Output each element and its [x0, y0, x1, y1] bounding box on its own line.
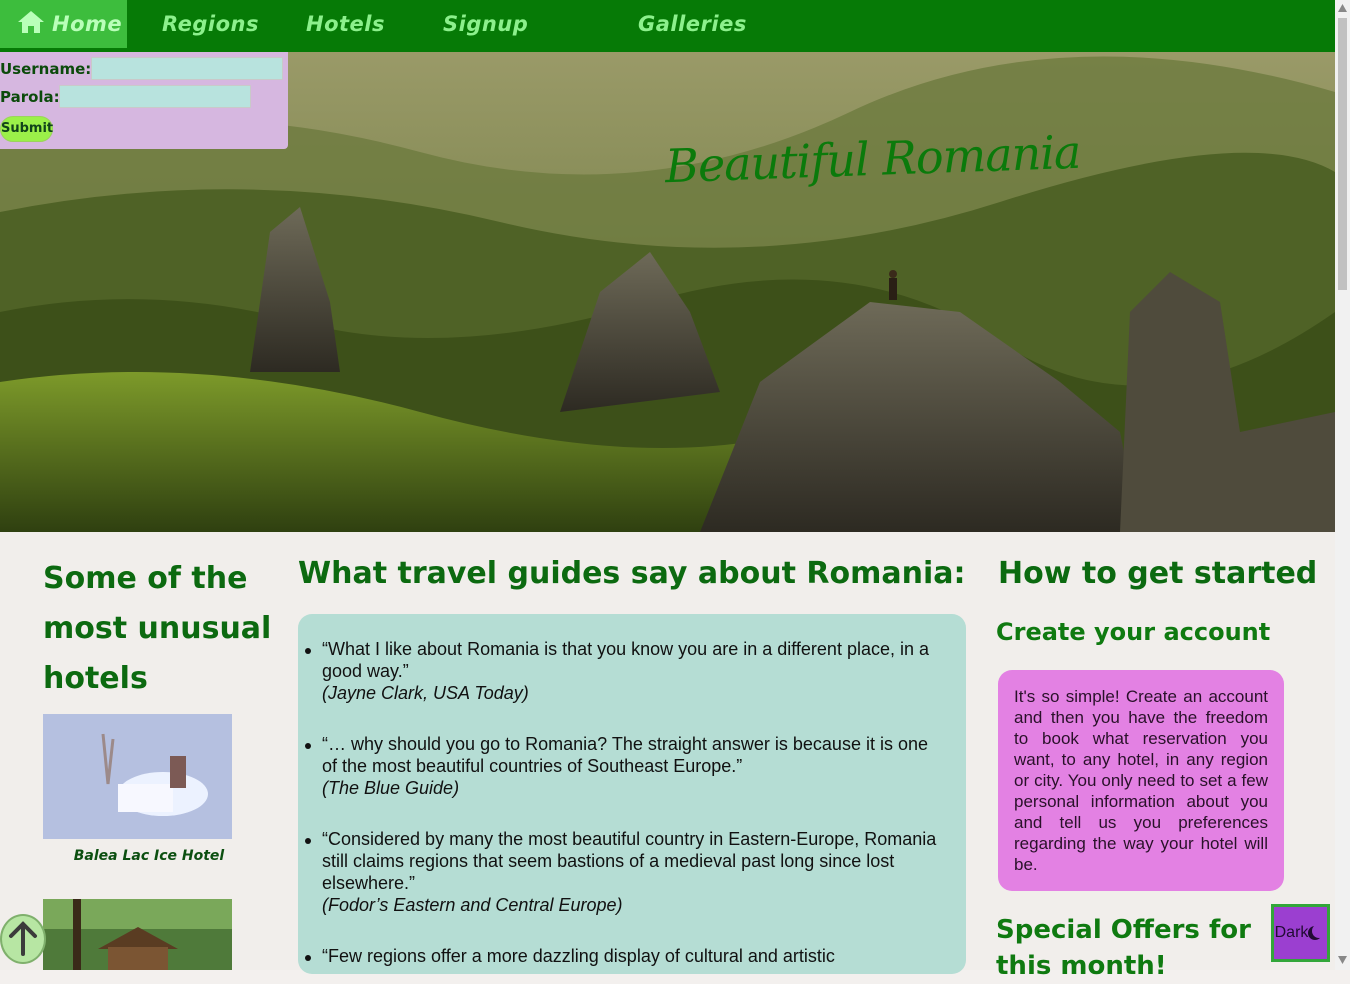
hotels-section-title: Some of the most unusual hotels: [43, 561, 272, 696]
scrollbar-thumb[interactable]: [1338, 18, 1347, 290]
tree-house-hotel-image[interactable]: [43, 899, 232, 970]
arrow-up-icon: [9, 921, 37, 956]
create-account-subtitle: Create your account: [996, 618, 1271, 646]
quote-text: “… why should you go to Romania? The str…: [322, 734, 928, 776]
password-input[interactable]: [59, 85, 251, 108]
quote-text: “What I like about Romania is that you k…: [322, 639, 929, 681]
quote-source: (Fodor’s Eastern and Central Europe): [322, 895, 623, 915]
password-label: Parola:: [0, 88, 60, 106]
main-content: Some of the most unusual hotels Balea La…: [0, 532, 1335, 981]
nav-regions[interactable]: Regions: [162, 0, 259, 48]
moon-icon: [1312, 924, 1326, 938]
quote-source: (The Blue Guide): [322, 778, 460, 798]
list-item: “Considered by many the most beautiful c…: [305, 828, 938, 916]
list-item: “Few regions offer a more dazzling displ…: [305, 945, 938, 967]
quote-text: “Few regions offer a more dazzling displ…: [322, 946, 835, 966]
special-offers-title: Special Offers for this month!: [996, 915, 1251, 981]
nav-home-label: Home: [52, 12, 123, 36]
get-started-title: How to get started: [998, 556, 1318, 591]
nav-signup[interactable]: Signup: [443, 0, 528, 48]
back-to-top-button[interactable]: [0, 914, 46, 964]
dark-mode-label: Dark: [1274, 924, 1309, 941]
quote-text: “Considered by many the most beautiful c…: [322, 829, 937, 893]
username-input[interactable]: [91, 57, 283, 80]
nav-galleries[interactable]: Galleries: [638, 0, 747, 48]
submit-button[interactable]: Submit: [0, 116, 53, 142]
nav-home[interactable]: Home: [0, 0, 127, 48]
scroll-down-arrow-icon[interactable]: [1338, 956, 1347, 964]
get-started-box: It's so simple! Create an account and th…: [998, 670, 1284, 891]
login-panel: Username: Parola: Submit: [0, 52, 288, 149]
scroll-up-arrow-icon[interactable]: [1338, 4, 1347, 12]
list-item: “… why should you go to Romania? The str…: [305, 733, 938, 799]
quotes-box: “What I like about Romania is that you k…: [298, 614, 966, 974]
ice-hotel-image[interactable]: [43, 714, 232, 839]
nav-hotels[interactable]: Hotels: [306, 0, 385, 48]
username-label: Username:: [0, 60, 92, 78]
dark-mode-button[interactable]: Dark: [1271, 904, 1330, 962]
ice-hotel-caption: Balea Lac Ice Hotel: [73, 848, 225, 864]
page-scrollbar[interactable]: [1335, 0, 1350, 970]
list-item: “What I like about Romania is that you k…: [305, 638, 938, 704]
quote-source: (Jayne Clark, USA Today): [322, 683, 529, 703]
travel-guides-title: What travel guides say about Romania:: [298, 556, 966, 591]
top-navigation: Home Regions Hotels Signup Galleries: [0, 0, 1335, 52]
home-icon: [18, 11, 44, 33]
